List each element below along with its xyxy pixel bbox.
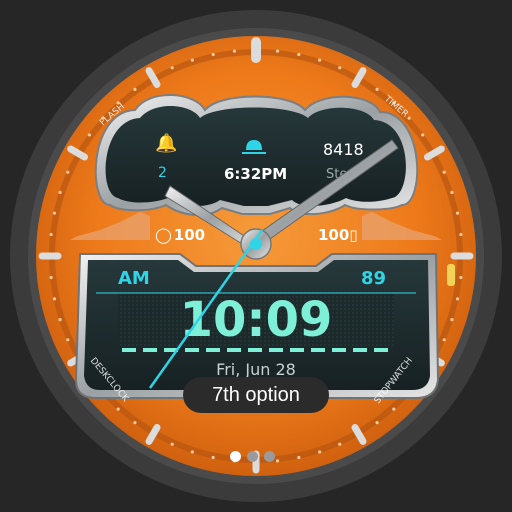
clock-hands	[148, 139, 399, 389]
pager-dot[interactable]	[230, 451, 241, 462]
minute-hand	[251, 139, 399, 247]
second-hand-hub	[250, 238, 262, 250]
option-toast: 7th option	[183, 377, 329, 413]
second-hand	[148, 229, 264, 389]
pager-dot[interactable]	[264, 451, 275, 462]
pager-dot[interactable]	[247, 451, 258, 462]
